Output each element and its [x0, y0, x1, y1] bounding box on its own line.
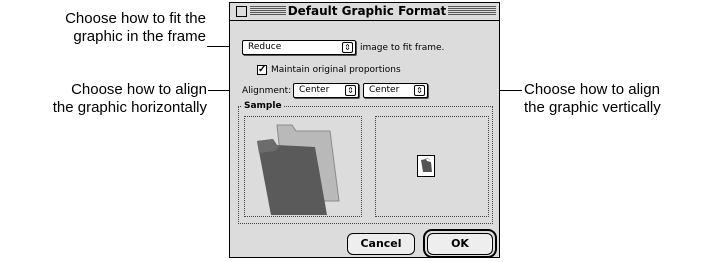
vertical-alignment-value: Center	[369, 85, 400, 95]
maintain-proportions-checkbox[interactable]: ✓	[257, 65, 267, 75]
dialog-title: Default Graphic Format	[286, 4, 448, 19]
popup-arrows-icon: ⇕	[345, 85, 356, 96]
popup-arrows-icon: ⇕	[342, 42, 353, 53]
horizontal-alignment-value: Center	[299, 85, 330, 95]
valign-callout: Choose how to align the graphic vertical…	[524, 81, 704, 117]
halign-callout-line2: the graphic horizontally	[52, 99, 207, 116]
sample-frame-large	[244, 116, 362, 217]
sample-group-title: Sample	[242, 101, 284, 112]
horizontal-alignment-popup[interactable]: Center ⇕	[293, 83, 359, 98]
alignment-label: Alignment:	[242, 86, 292, 96]
fit-callout-line1: Choose how to fit the	[65, 10, 206, 27]
sample-frame-small	[375, 116, 489, 217]
valign-callout-line2: the graphic vertically	[524, 99, 661, 116]
fit-callout: Choose how to fit the graphic in the fra…	[10, 10, 206, 46]
title-bar[interactable]: Default Graphic Format	[230, 3, 499, 21]
close-box-icon[interactable]	[236, 6, 247, 17]
halign-callout: Choose how to align the graphic horizont…	[0, 81, 207, 117]
default-graphic-format-dialog: Default Graphic Format Reduce ⇕ image to…	[229, 2, 500, 258]
popup-arrows-icon: ⇕	[414, 85, 425, 96]
fit-callout-line2: graphic in the frame	[73, 28, 206, 45]
vertical-alignment-popup[interactable]: Center ⇕	[363, 83, 428, 98]
halign-callout-line1: Choose how to align	[71, 81, 207, 98]
fit-method-value: Reduce	[248, 42, 282, 52]
folder-icon	[257, 124, 340, 215]
ok-button[interactable]: OK	[427, 233, 493, 255]
fit-suffix-label: image to fit frame.	[360, 43, 445, 53]
maintain-proportions-label: Maintain original proportions	[271, 65, 401, 75]
valign-callout-line1: Choose how to align	[524, 81, 660, 98]
small-folder-icon	[421, 158, 432, 172]
cancel-button[interactable]: Cancel	[347, 233, 415, 255]
fit-method-popup[interactable]: Reduce ⇕	[242, 40, 356, 55]
small-preview-box	[417, 155, 435, 177]
